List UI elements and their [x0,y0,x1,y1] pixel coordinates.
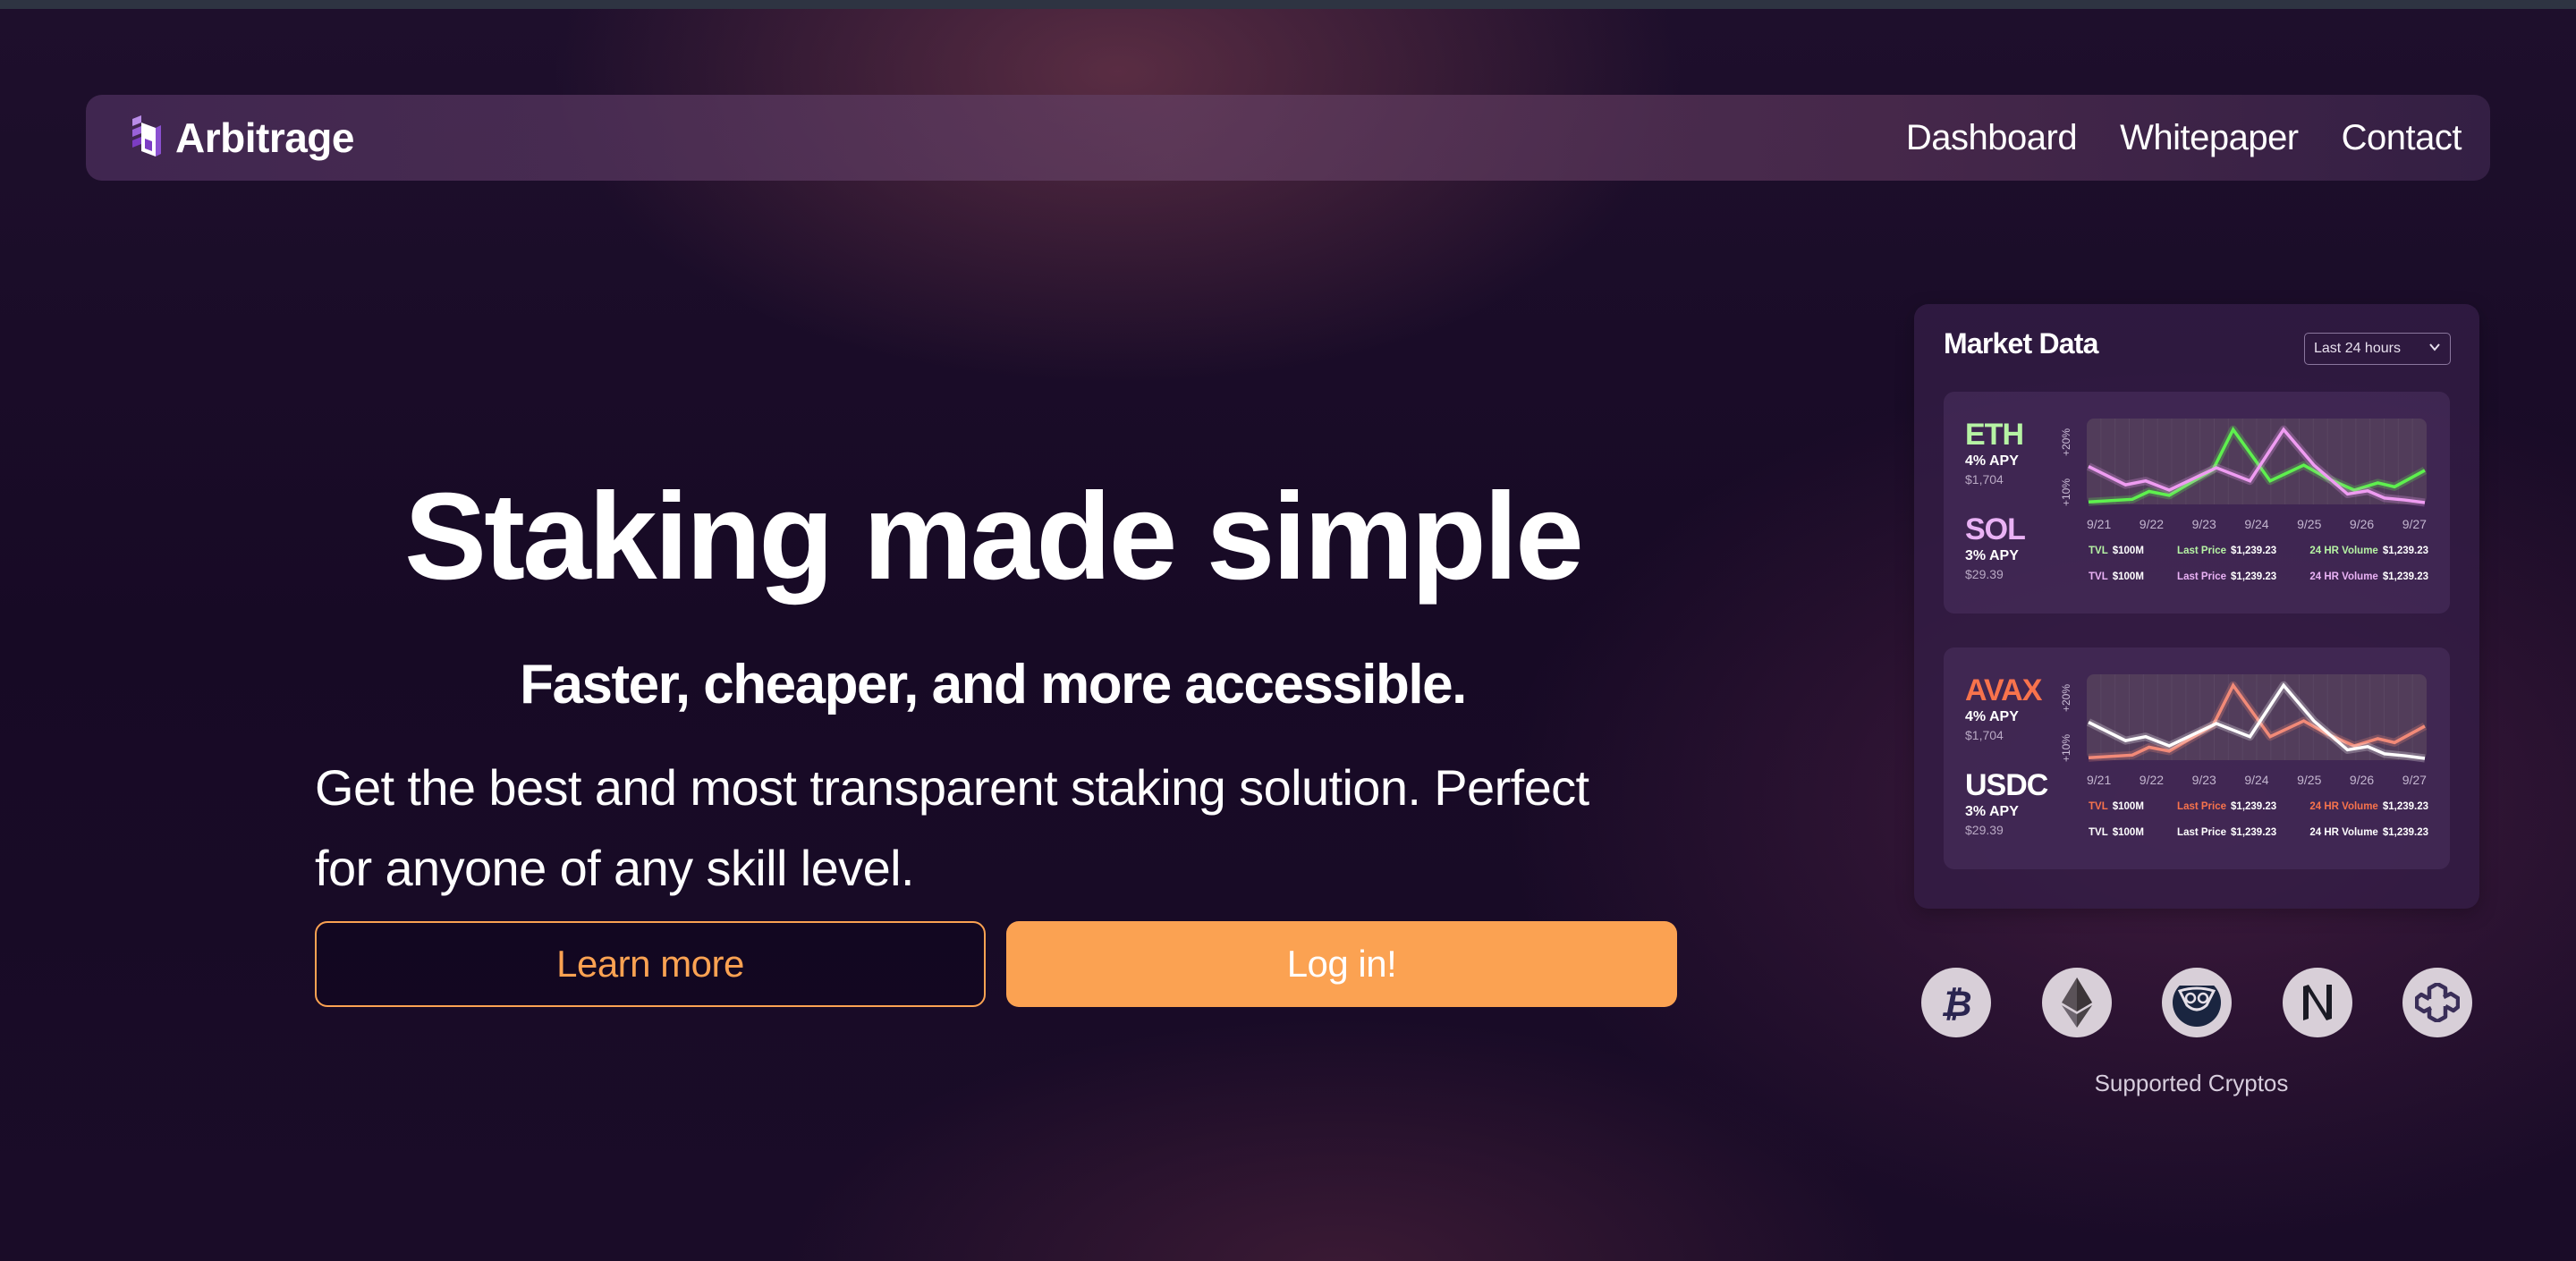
x-tick-label: 9/27 [2402,773,2427,787]
supported-cryptos-caption: Supported Cryptos [2094,1070,2289,1096]
chart-svg [2086,674,2428,763]
brand-name: Arbitrage [175,114,354,161]
coin-summary-usdc[interactable]: USDC 3% APY $29.39 [1965,768,2048,839]
time-range-value: Last 24 hours [2314,341,2401,356]
x-tick-label: 9/21 [2087,773,2112,787]
coin-summary-avax[interactable]: AVAX 4% APY $1,704 [1965,673,2042,744]
x-tick-label: 9/24 [2244,517,2269,531]
coin-apy: 3% APY [1965,804,2019,819]
tvl-label: TVL [2089,571,2108,582]
tvl-label: TVL [2089,827,2108,838]
coin-symbol: SOL [1965,512,2026,546]
volume-label: 24 HR Volume [2309,546,2378,556]
hero-title: Staking made simple [404,468,1584,605]
stats-row-usdc: TVL $100M Last Price $1,239.23 24 HR Volum… [2089,827,2428,838]
coin-price: $29.39 [1965,823,2004,837]
nav-whitepaper[interactable]: Whitepaper [2120,118,2299,158]
coin-summary-sol[interactable]: SOL 3% APY $29.39 [1965,512,2026,583]
volume-value: $1,239.23 [2382,571,2428,582]
price-chart: +20% +10% [2060,671,2428,769]
coin-price: $1,704 [1965,472,2004,487]
bitcoin-icon[interactable]: ₿ [1921,968,1991,1037]
supported-cryptos: ₿ [1914,968,2479,1037]
tvl-value: $100M [2112,801,2144,812]
last-price-label: Last Price [2177,571,2227,582]
learn-more-button[interactable]: Learn more [315,921,986,1007]
price-chart: +20% +10% [2060,415,2428,513]
volume-value: $1,239.23 [2382,546,2428,556]
x-tick-label: 9/21 [2087,517,2112,531]
x-axis-labels: 9/21 9/22 9/23 9/24 9/25 9/26 9/27 [2087,773,2427,787]
coin-symbol: USDC [1965,768,2048,802]
x-tick-label: 9/25 [2297,517,2322,531]
volume-label: 24 HR Volume [2309,571,2378,582]
market-card: ETH 4% APY $1,704 SOL 3% APY $29.39 +20%… [1944,392,2450,614]
nav-dashboard[interactable]: Dashboard [1906,118,2078,158]
stats-row-sol: TVL $100M Last Price $1,239.23 24 HR Volum… [2089,571,2428,582]
x-tick-label: 9/23 [2191,517,2216,531]
last-price-value: $1,239.23 [2231,546,2277,556]
coin-symbol: ETH [1965,418,2024,452]
x-tick-label: 9/24 [2244,773,2269,787]
coin-symbol: AVAX [1965,673,2042,707]
near-icon[interactable] [2282,968,2352,1037]
coin-summary-eth[interactable]: ETH 4% APY $1,704 [1965,418,2024,488]
chart-svg [2086,419,2428,507]
market-card: AVAX 4% APY $1,704 USDC 3% APY $29.39 +2… [1944,647,2450,869]
login-button[interactable]: Log in! [1006,921,1677,1007]
x-tick-label: 9/27 [2402,517,2427,531]
coin-apy: 3% APY [1965,548,2019,563]
stats-row-avax: TVL $100M Last Price $1,239.23 24 HR Volum… [2089,801,2428,812]
polygon-icon[interactable] [2402,968,2472,1037]
volume-value: $1,239.23 [2382,801,2428,812]
last-price-label: Last Price [2177,827,2227,838]
svg-text:₿: ₿ [1940,984,1971,1025]
volume-value: $1,239.23 [2382,827,2428,838]
x-tick-label: 9/25 [2297,773,2322,787]
x-tick-label: 9/26 [2349,773,2375,787]
last-price-value: $1,239.23 [2231,801,2277,812]
x-axis-labels: 9/21 9/22 9/23 9/24 9/25 9/26 9/27 [2087,517,2427,531]
x-tick-label: 9/22 [2139,773,2165,787]
tvl-label: TVL [2089,801,2108,812]
x-tick-label: 9/26 [2349,517,2375,531]
market-data-panel: Market Data Last 24 hours ETH 4% APY $1,… [1914,304,2479,909]
chevron-down-icon [2429,343,2440,351]
stats-row-eth: TVL $100M Last Price $1,239.23 24 HR Volum… [2089,546,2428,556]
last-price-label: Last Price [2177,546,2227,556]
gnosis-icon[interactable] [2162,968,2232,1037]
coin-price: $29.39 [1965,567,2004,581]
market-data-title: Market Data [1944,327,2098,360]
tvl-value: $100M [2112,571,2144,582]
volume-label: 24 HR Volume [2309,801,2378,812]
x-tick-label: 9/23 [2191,773,2216,787]
ethereum-icon[interactable] [2041,968,2112,1037]
last-price-value: $1,239.23 [2231,827,2277,838]
nav-links: Dashboard Whitepaper Contact [1906,118,2462,158]
coin-apy: 4% APY [1965,453,2019,469]
volume-label: 24 HR Volume [2309,827,2378,838]
coin-apy: 4% APY [1965,709,2019,724]
coin-price: $1,704 [1965,728,2004,742]
nav-contact[interactable]: Contact [2342,118,2462,158]
tvl-label: TVL [2089,546,2108,556]
tvl-value: $100M [2112,827,2144,838]
navbar: Arbitrage Dashboard Whitepaper Contact [86,95,2490,181]
hero-subtitle: Faster, cheaper, and more accessible. [520,654,1467,715]
tvl-value: $100M [2112,546,2144,556]
x-tick-label: 9/22 [2139,517,2165,531]
time-range-select[interactable]: Last 24 hours [2304,333,2451,365]
arbitrage-logo-icon [132,115,161,157]
hero-description: Get the best and most transparent stakin… [315,759,1589,896]
browser-top-bar [0,0,2576,9]
last-price-value: $1,239.23 [2231,571,2277,582]
last-price-label: Last Price [2177,801,2227,812]
brand[interactable]: Arbitrage [129,114,354,162]
